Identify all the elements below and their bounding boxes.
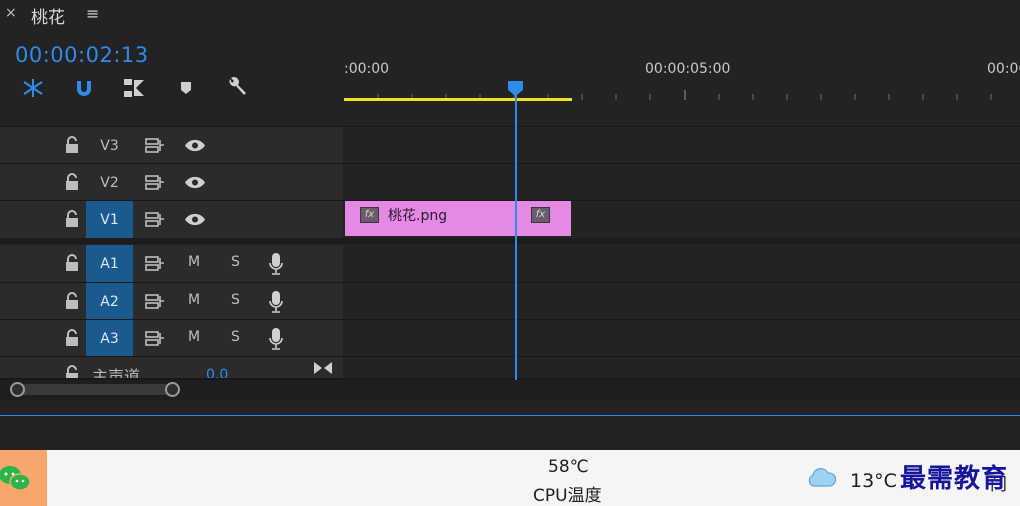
playhead-handle-icon[interactable] (507, 80, 524, 97)
sync-lock-icon[interactable] (145, 174, 165, 191)
sync-lock-icon[interactable] (145, 330, 165, 347)
track-lane-master[interactable] (344, 357, 1020, 380)
wrench-settings-icon[interactable] (224, 76, 250, 100)
solo-track-button[interactable]: S (231, 329, 240, 345)
lock-open-icon[interactable] (64, 329, 80, 347)
playhead-timecode[interactable]: 00:00:02:13 (15, 43, 149, 67)
track-header: A3 M S (0, 320, 343, 357)
lower-panel-area (0, 416, 1020, 450)
track-header: V2 (0, 164, 343, 201)
mute-track-button[interactable]: M (188, 329, 200, 345)
mute-track-button[interactable]: M (188, 292, 200, 308)
track-header: V1 (0, 201, 343, 238)
insert-source-icon[interactable] (121, 76, 147, 100)
toggle-output-eye-icon[interactable] (184, 212, 206, 227)
zoom-scroll-thumb[interactable] (14, 384, 176, 395)
playhead-line[interactable] (515, 92, 517, 380)
ruler-label-10s: 00:00 (987, 61, 1020, 77)
cpu-temperature-label: CPU温度 (533, 486, 602, 506)
weather-cloud-icon[interactable] (805, 466, 837, 490)
sync-lock-icon[interactable] (145, 255, 165, 272)
lock-open-icon[interactable] (64, 136, 80, 154)
track-target-v3[interactable]: V3 (86, 127, 133, 164)
lock-open-icon[interactable] (64, 254, 80, 272)
solo-track-button[interactable]: S (231, 292, 240, 308)
track-lane-v2[interactable] (344, 164, 1020, 201)
close-panel-button[interactable]: × (5, 5, 17, 21)
track-target-v1[interactable]: V1 (86, 201, 133, 238)
track-row-a3: A3 M S (0, 320, 1020, 357)
lock-open-icon[interactable] (64, 292, 80, 310)
add-marker-icon[interactable] (173, 76, 199, 100)
sync-lock-icon[interactable] (145, 211, 165, 228)
lock-open-icon[interactable] (64, 173, 80, 191)
master-track-header (0, 357, 343, 380)
track-lane-v3[interactable] (344, 127, 1020, 164)
track-target-a1[interactable]: A1 (86, 245, 133, 282)
work-area-bar[interactable] (344, 98, 572, 101)
mute-track-button[interactable]: M (188, 254, 200, 270)
cpu-temperature-value: 58℃ (548, 457, 589, 477)
panel-footer (0, 400, 1020, 415)
snap-in-timeline-icon[interactable] (20, 76, 46, 100)
track-row-a2: A2 M S (0, 283, 1020, 320)
wechat-icon (0, 466, 31, 491)
track-lane-a1[interactable] (344, 245, 1020, 282)
track-row-v3: V3 (0, 127, 1020, 164)
track-header: A1 M S (0, 245, 343, 282)
voice-over-mic-icon[interactable] (268, 290, 284, 314)
solo-track-button[interactable]: S (231, 254, 240, 270)
go-to-edit-point-icon[interactable] (313, 361, 333, 375)
track-target-v2[interactable]: V2 (86, 164, 133, 201)
fx-badge[interactable]: fx (360, 207, 379, 223)
track-header: A2 M S (0, 283, 343, 320)
sequence-tab-title[interactable]: 桃花 (31, 3, 65, 28)
sync-lock-icon[interactable] (145, 293, 165, 310)
panel-title-bar (0, 0, 1020, 30)
voice-over-mic-icon[interactable] (268, 252, 284, 276)
fx-badge[interactable]: fx (531, 207, 550, 223)
watermark-logo-text: 最需教育 (900, 464, 1009, 494)
lock-open-icon[interactable] (64, 210, 80, 228)
sync-lock-icon[interactable] (145, 137, 165, 154)
zoom-handle-right[interactable] (165, 382, 180, 397)
track-row-v2: V2 (0, 164, 1020, 201)
video-audio-divider[interactable] (0, 238, 1020, 244)
zoom-handle-left[interactable] (10, 382, 25, 397)
track-row-a1: A1 M S (0, 245, 1020, 282)
track-lane-a3[interactable] (344, 320, 1020, 357)
ruler-label-5s: 00:00:05:00 (645, 61, 731, 77)
toggle-output-eye-icon[interactable] (184, 175, 206, 190)
weather-temperature[interactable]: 13°C (850, 470, 897, 492)
voice-over-mic-icon[interactable] (268, 327, 284, 351)
track-header: V3 (0, 127, 343, 164)
ruler-label-start: :00:00 (344, 61, 390, 77)
wechat-taskbar-button[interactable] (0, 450, 47, 506)
track-target-a3[interactable]: A3 (86, 320, 133, 357)
toggle-output-eye-icon[interactable] (184, 138, 206, 153)
panel-menu-icon[interactable]: ≡ (86, 4, 99, 23)
track-target-a2[interactable]: A2 (86, 283, 133, 320)
track-lane-a2[interactable] (344, 283, 1020, 320)
clip-name-label: 桃花.png (388, 208, 448, 224)
linked-selection-icon[interactable] (71, 76, 97, 100)
